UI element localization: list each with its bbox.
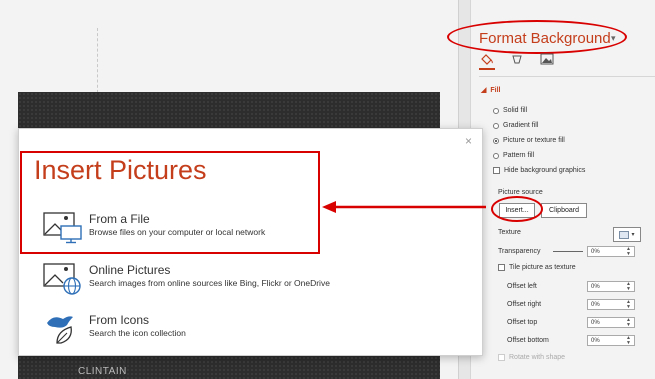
option-title: Online Pictures: [89, 263, 171, 277]
clipboard-button[interactable]: Clipboard: [541, 203, 587, 218]
annotation-oval-title: [447, 20, 627, 54]
option-description: Browse files on your computer or local n…: [89, 227, 266, 237]
transparency-spinbox[interactable]: 0% ▲ ▼: [587, 246, 635, 257]
option-description: Search images from online sources like B…: [89, 278, 330, 288]
slide-caption: CLINTAIN: [78, 366, 127, 377]
fill-line-icon[interactable]: [479, 52, 495, 70]
texture-label: Texture: [498, 229, 521, 236]
tile-checkbox[interactable]: Tile picture as texture: [498, 264, 576, 271]
radio-button-checked[interactable]: [493, 137, 499, 144]
offset-top-spinbox[interactable]: 0% ▲ ▼: [587, 317, 635, 328]
radio-gradient-fill[interactable]: Gradient fill: [493, 122, 538, 129]
picture-globe-icon: [43, 263, 81, 295]
radio-button[interactable]: [493, 122, 499, 129]
texture-icon: [619, 230, 630, 239]
annotation-arrow: [322, 201, 486, 213]
option-title: From a File: [89, 212, 150, 226]
offset-bottom-label: Offset bottom: [507, 337, 549, 344]
spin-arrows-icon[interactable]: ▲ ▼: [626, 281, 631, 292]
effects-icon[interactable]: [509, 52, 525, 66]
hide-background-checkbox[interactable]: Hide background graphics: [493, 167, 585, 174]
spin-arrows-icon[interactable]: ▲ ▼: [626, 317, 631, 328]
radio-pattern-fill[interactable]: Pattern fill: [493, 152, 534, 159]
picture-computer-icon: [43, 212, 82, 244]
offset-left-label: Offset left: [507, 283, 537, 290]
checkbox[interactable]: [493, 167, 500, 174]
picture-source-label: Picture source: [498, 189, 543, 196]
offset-bottom-spinbox[interactable]: 0% ▲ ▼: [587, 335, 635, 346]
online-pictures-option[interactable]: Online Pictures Search images from onlin…: [43, 263, 330, 295]
annotation-circle-insert: [491, 196, 543, 222]
from-icons-option[interactable]: From Icons Search the icon collection: [43, 313, 186, 345]
insert-pictures-dialog: × Insert Pictures From a File Browse fil…: [18, 128, 483, 356]
transparency-label: Transparency: [498, 248, 541, 255]
checkbox[interactable]: [498, 354, 505, 361]
dialog-title: Insert Pictures: [34, 155, 207, 185]
offset-right-spinbox[interactable]: 0% ▲ ▼: [587, 299, 635, 310]
texture-picker[interactable]: ▾: [613, 227, 641, 242]
chevron-down-icon: ▾: [631, 232, 635, 238]
offset-top-label: Offset top: [507, 319, 538, 326]
spin-arrows-icon[interactable]: ▲ ▼: [626, 335, 631, 346]
radio-picture-texture-fill[interactable]: Picture or texture fill: [493, 137, 565, 144]
offset-left-spinbox[interactable]: 0% ▲ ▼: [587, 281, 635, 292]
rotate-with-shape-checkbox[interactable]: Rotate with shape: [498, 354, 565, 361]
checkbox[interactable]: [498, 264, 505, 271]
radio-solid-fill[interactable]: Solid fill: [493, 107, 527, 114]
close-icon[interactable]: ×: [465, 134, 472, 148]
picture-icon[interactable]: [539, 52, 555, 66]
option-title: From Icons: [89, 313, 150, 327]
radio-button[interactable]: [493, 107, 499, 114]
option-description: Search the icon collection: [89, 328, 186, 338]
radio-button[interactable]: [493, 152, 499, 159]
fill-section-header[interactable]: ◢ Fill: [481, 86, 501, 95]
collapse-icon: ◢: [481, 87, 487, 94]
from-file-option[interactable]: From a File Browse files on your compute…: [43, 212, 265, 244]
bird-leaf-icon: [47, 316, 73, 344]
pane-divider: [479, 76, 655, 77]
guide-line: [97, 28, 98, 98]
spin-arrows-icon[interactable]: ▲ ▼: [626, 299, 631, 310]
spin-arrows-icon[interactable]: ▲ ▼: [626, 246, 631, 257]
offset-right-label: Offset right: [507, 301, 542, 308]
transparency-slider[interactable]: [553, 251, 583, 252]
format-background-pane: Format Background ▾ ◢ Fill Solid fill Gr…: [447, 0, 655, 379]
